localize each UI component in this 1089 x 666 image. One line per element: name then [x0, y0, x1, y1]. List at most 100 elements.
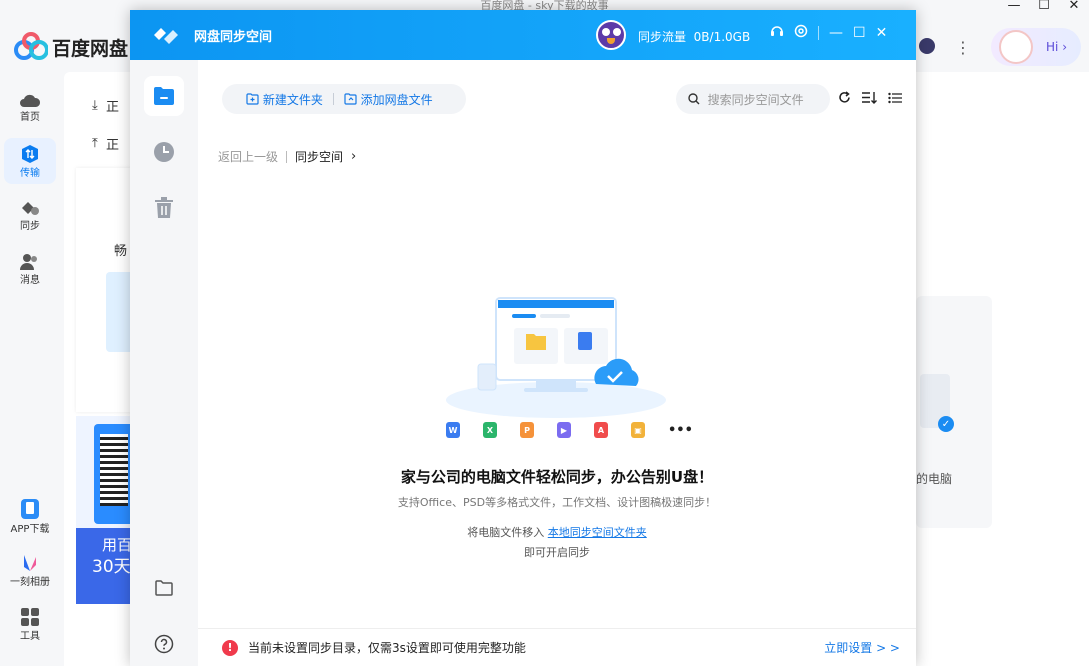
more-menu-icon[interactable]: ⋮: [955, 38, 971, 57]
sidebar-item-label: 消息: [20, 274, 40, 286]
sort-icon[interactable]: [861, 90, 877, 108]
sidebar-item-trash[interactable]: [144, 188, 184, 228]
header-actions: — ☐ ✕: [770, 24, 897, 42]
transfer-icon: [22, 144, 38, 163]
main-sidebar: 首页 传输 同步 消息: [0, 84, 62, 300]
supported-file-types: W X P ▶ A ▣ •••: [446, 422, 693, 438]
image-icon: ▣: [631, 422, 645, 438]
clock-icon: [154, 142, 174, 162]
new-folder-label: 新建文件夹: [262, 92, 323, 107]
setup-notice-bar: ! 当前未设置同步目录，仅需3s设置即可使用完整功能 立即设置 > >: [198, 628, 916, 666]
user-avatar[interactable]: [596, 20, 626, 50]
app-logo: 百度网盘: [14, 32, 128, 62]
hint-text: 将电脑文件移入: [467, 526, 545, 539]
search-icon: [688, 93, 700, 105]
list-view-icon[interactable]: [888, 90, 902, 108]
setup-notice-text: 当前未设置同步目录，仅需3s设置即可使用完整功能: [248, 641, 526, 655]
ppt-icon: P: [520, 422, 534, 438]
sync-illustration: [446, 297, 666, 418]
empty-state-subtitle: 支持Office、PSD等多格式文件，工作文档、设计图稿极速同步！: [397, 496, 717, 509]
add-netdisk-file-label: 添加网盘文件: [360, 92, 433, 107]
sidebar-item-recent[interactable]: [144, 132, 184, 172]
sidebar-item-label: 工具: [20, 630, 40, 642]
brand-name: 百度网盘: [52, 37, 129, 60]
sidebar-item-help[interactable]: [144, 624, 184, 664]
breadcrumb: 返回上一级 同步空间 ›: [218, 148, 356, 165]
new-folder-button[interactable]: 新建文件夹: [246, 91, 323, 108]
close-button[interactable]: ✕: [876, 25, 888, 41]
message-icon: [20, 253, 37, 270]
promo-card: 畅: [76, 168, 136, 412]
qr-code-icon: [94, 424, 134, 524]
sidebar-bottom: APP下载 一刻相册 工具: [0, 492, 62, 654]
qr-promo-banner[interactable]: 用百 30天: [76, 528, 136, 604]
assistant-button[interactable]: Hi ›: [991, 28, 1081, 66]
sidebar-item-sync[interactable]: 同步: [4, 192, 56, 238]
sidebar-item-message[interactable]: 消息: [4, 246, 56, 292]
maximize-button[interactable]: ☐: [1029, 0, 1059, 14]
promo-card-text: 畅: [114, 244, 128, 259]
top-right-area: ⋮ Hi ›: [919, 16, 1089, 72]
sync-flow-value: 0B/1.0GB: [693, 30, 751, 44]
sync-flow-label: 同步流量: [638, 30, 687, 44]
sidebar-item-label: 首页: [20, 111, 40, 123]
header-divider: [818, 26, 819, 40]
new-folder-icon: [246, 93, 259, 105]
open-folder-icon: [155, 580, 173, 596]
sync-content: 新建文件夹 添加网盘文件 搜索同步空间文件 返回上一级 同步空间 › W X P…: [198, 60, 916, 666]
search-input[interactable]: 搜索同步空间文件: [676, 84, 830, 114]
minimize-button[interactable]: —: [829, 25, 843, 41]
sidebar-item-label: 同步: [20, 220, 40, 232]
transfer-upload-entry[interactable]: ⤒ 正: [92, 134, 119, 153]
phone-icon: [21, 498, 39, 519]
search-placeholder: 搜索同步空间文件: [707, 92, 804, 107]
promo-line-2: 30天: [92, 557, 131, 577]
toolbar-divider: [332, 93, 334, 105]
empty-state-headline: 家与公司的电脑文件轻松同步，办公告别U盘！: [400, 468, 714, 486]
sidebar-item-app-download[interactable]: APP下载: [4, 492, 56, 540]
warning-icon: !: [222, 639, 238, 656]
breadcrumb-back-link[interactable]: 返回上一级: [218, 148, 278, 165]
sync-sidebar: [130, 60, 198, 666]
tools-icon: [21, 607, 39, 626]
sidebar-item-tools[interactable]: 工具: [4, 600, 56, 648]
local-sync-folder-link[interactable]: 本地同步空间文件夹: [548, 526, 647, 539]
refresh-icon[interactable]: [838, 90, 851, 108]
assistant-avatar-icon: [999, 30, 1033, 64]
video-icon: ▶: [557, 422, 571, 438]
add-cloud-file-icon: [344, 93, 357, 105]
sync-icon: [22, 201, 39, 215]
breadcrumb-current: 同步空间: [295, 150, 344, 164]
sidebar-item-files[interactable]: [144, 76, 184, 116]
chevron-right-icon: ›: [1058, 40, 1067, 54]
sidebar-item-label: 一刻相册: [10, 576, 50, 588]
headset-icon[interactable]: [770, 24, 784, 42]
user-avatar-partial[interactable]: [919, 38, 935, 54]
sync-header: 网盘同步空间 同步流量 0B/1.0GB — ☐ ✕: [130, 10, 916, 60]
transfer-label: 正: [106, 138, 120, 153]
empty-state-hint-2: 即可开启同步: [524, 546, 590, 559]
check-icon: ✓: [938, 416, 954, 432]
download-icon: ⤓: [92, 98, 98, 113]
trash-icon: [155, 197, 173, 218]
sidebar-item-local-folder[interactable]: [144, 568, 184, 608]
setup-now-link[interactable]: 立即设置 > >: [824, 639, 900, 656]
cloud-icon: [20, 94, 41, 107]
close-button[interactable]: ✕: [1059, 0, 1089, 14]
sidebar-item-album[interactable]: 一刻相册: [4, 546, 56, 594]
transfer-download-entry[interactable]: ⤓ 正: [92, 96, 119, 115]
add-netdisk-file-button[interactable]: 添加网盘文件: [344, 91, 433, 108]
settings-icon[interactable]: [794, 24, 808, 42]
help-icon: [154, 634, 174, 654]
baidu-netdisk-logo-icon: [14, 32, 48, 60]
chevron-right-icon: ›: [351, 149, 357, 164]
minimize-button[interactable]: —: [999, 0, 1029, 14]
sidebar-item-transfer[interactable]: 传输: [4, 138, 56, 184]
maximize-button[interactable]: ☐: [853, 25, 866, 41]
sidebar-item-label: 传输: [20, 167, 40, 179]
sidebar-item-home[interactable]: 首页: [4, 84, 56, 130]
album-icon: [24, 554, 36, 571]
more-types-icon: •••: [668, 422, 693, 438]
upload-icon: ⤒: [92, 136, 98, 151]
right-feature-card: ✓ 的电脑: [916, 296, 992, 528]
